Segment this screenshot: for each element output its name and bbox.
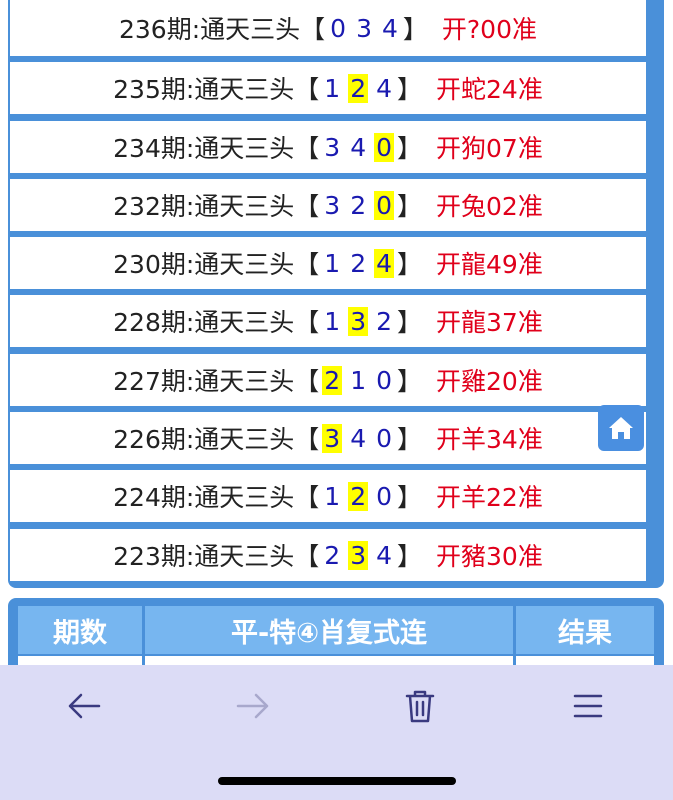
home-icon: [609, 417, 633, 439]
highlighted-number: 0: [374, 190, 395, 220]
highlighted-number: 3: [348, 540, 369, 570]
period-label: 232期:通天三头: [113, 192, 295, 221]
prediction-row: 235期:通天三头【1 2 4】开蛇24准: [10, 62, 646, 114]
bracket-open: 【: [294, 367, 320, 396]
prediction-row: 230期:通天三头【1 2 4】开龍49准: [10, 237, 646, 289]
bracket-open: 【: [294, 134, 320, 163]
bracket-open: 【: [294, 192, 320, 221]
prediction-row: 232期:通天三头【3 2 0】开兔02准: [10, 179, 646, 231]
result-label: 开龍49准: [436, 250, 543, 279]
predicted-number: 1: [350, 365, 367, 395]
bracket-close: 】: [397, 542, 423, 571]
period-label: 223期:通天三头: [113, 542, 295, 571]
trash-icon: [405, 690, 435, 723]
home-button[interactable]: [598, 405, 644, 451]
predicted-number: 2: [324, 540, 341, 570]
prediction-row: 223期:通天三头【2 3 4】开豬30准: [10, 529, 646, 581]
delete-button[interactable]: [395, 686, 445, 726]
bracket-open: 【: [300, 15, 326, 44]
predicted-number: 3: [324, 132, 341, 162]
bracket-close: 】: [397, 483, 423, 512]
bracket-open: 【: [294, 308, 320, 337]
bracket-open: 【: [294, 425, 320, 454]
predicted-number: 0: [330, 13, 347, 43]
home-indicator[interactable]: [218, 777, 456, 785]
back-button[interactable]: [59, 686, 109, 726]
period-label: 226期:通天三头: [113, 425, 295, 454]
prediction-row: 236期:通天三头【0 3 4】开?00准: [10, 0, 646, 56]
bracket-close: 】: [397, 192, 423, 221]
bracket-close: 】: [397, 250, 423, 279]
bracket-close: 】: [397, 367, 423, 396]
prediction-row: 228期:通天三头【1 3 2】开龍37准: [10, 295, 646, 347]
prediction-row: 227期:通天三头【2 1 0】开雞20准: [10, 354, 646, 406]
prediction-row: 226期:通天三头【3 4 0】开羊34准: [10, 412, 646, 464]
bracket-close: 】: [397, 75, 423, 104]
bracket-close: 】: [397, 134, 423, 163]
highlighted-number: 4: [374, 248, 395, 278]
period-label: 234期:通天三头: [113, 134, 295, 163]
predicted-number: 0: [376, 481, 393, 511]
predicted-number: 0: [376, 423, 393, 453]
bracket-open: 【: [294, 483, 320, 512]
arrow-left-icon: [68, 693, 101, 719]
period-label: 228期:通天三头: [113, 308, 295, 337]
highlighted-number: 3: [322, 423, 343, 453]
result-label: 开蛇24准: [436, 75, 543, 104]
bracket-open: 【: [294, 250, 320, 279]
result-label: 开狗07准: [436, 134, 543, 163]
highlighted-number: 0: [374, 132, 395, 162]
predicted-number: 4: [381, 13, 398, 43]
predicted-number: 4: [350, 132, 367, 162]
period-label: 230期:通天三头: [113, 250, 295, 279]
highlighted-number: 2: [348, 73, 369, 103]
arrow-right-icon: [236, 693, 269, 719]
header-period: 期数: [18, 606, 142, 654]
period-label: 224期:通天三头: [113, 483, 295, 512]
result-label: 开羊22准: [436, 483, 543, 512]
highlighted-number: 3: [348, 306, 369, 336]
result-label: 开兔02准: [436, 192, 543, 221]
predicted-number: 4: [376, 73, 393, 103]
header-combo: 平-特④肖复式连: [145, 606, 513, 654]
predicted-number: 4: [376, 540, 393, 570]
predicted-number: 1: [324, 481, 341, 511]
result-label: 开羊34准: [436, 425, 543, 454]
predicted-number: 3: [356, 13, 372, 43]
result-label: 开?00准: [441, 15, 537, 44]
period-label: 235期:通天三头: [113, 75, 295, 104]
bracket-close: 】: [402, 15, 428, 44]
menu-button[interactable]: [563, 686, 613, 726]
predicted-number: 1: [324, 73, 341, 103]
menu-icon: [573, 694, 603, 718]
period-label: 236期:通天三头: [119, 15, 301, 44]
bracket-open: 【: [294, 542, 320, 571]
result-label: 开雞20准: [436, 367, 543, 396]
predicted-number: 3: [324, 190, 341, 220]
predicted-number: 2: [350, 190, 367, 220]
header-result: 结果: [516, 606, 654, 654]
prediction-row: 224期:通天三头【1 2 0】开羊22准: [10, 470, 646, 522]
predicted-number: 0: [376, 365, 393, 395]
period-label: 227期:通天三头: [113, 367, 295, 396]
bracket-close: 】: [397, 308, 423, 337]
prediction-row: 234期:通天三头【3 4 0】开狗07准: [10, 121, 646, 173]
forward-button[interactable]: [228, 686, 278, 726]
bracket-close: 】: [397, 425, 423, 454]
result-label: 开龍37准: [436, 308, 543, 337]
predicted-number: 1: [324, 306, 341, 336]
predicted-number: 2: [350, 248, 367, 278]
predicted-number: 1: [324, 248, 341, 278]
highlighted-number: 2: [322, 365, 343, 395]
result-label: 开豬30准: [436, 542, 543, 571]
highlighted-number: 2: [348, 481, 369, 511]
predicted-number: 2: [376, 306, 393, 336]
bracket-open: 【: [294, 75, 320, 104]
predicted-number: 4: [350, 423, 367, 453]
